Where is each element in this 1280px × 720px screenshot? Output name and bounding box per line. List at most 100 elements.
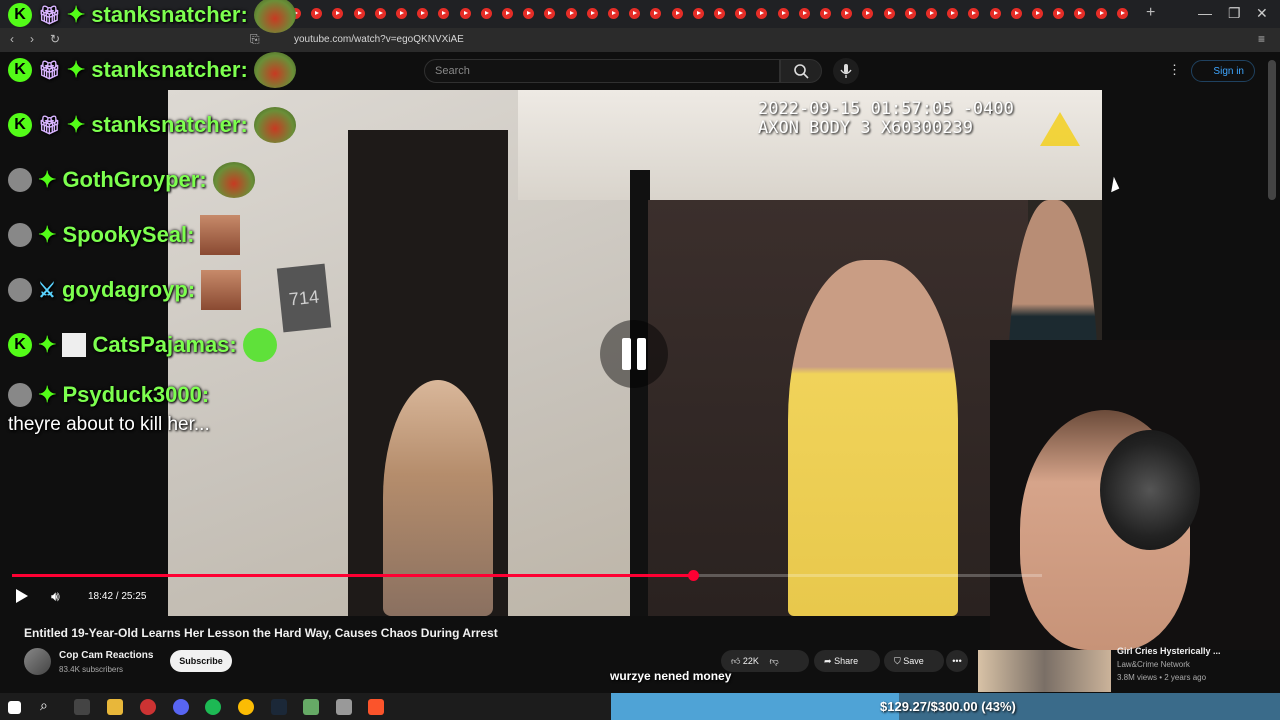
tab-favicon-icon[interactable] xyxy=(756,8,768,19)
share-button[interactable]: ➦ Share xyxy=(814,650,880,672)
tab-favicon-icon[interactable] xyxy=(629,8,641,19)
tab-favicon-icon[interactable] xyxy=(798,8,810,19)
new-tab-button[interactable]: + xyxy=(1146,4,1155,22)
tab-favicon-icon[interactable] xyxy=(586,8,598,19)
tab-favicon-icon[interactable] xyxy=(374,8,386,19)
steam-icon[interactable] xyxy=(271,699,287,715)
recommendation-channel: Law&Crime Network xyxy=(1117,660,1190,669)
tab-favicon-icon[interactable] xyxy=(883,8,895,19)
chat-username[interactable]: CatsPajamas: xyxy=(92,332,236,358)
tab-favicon-icon[interactable] xyxy=(820,8,831,19)
tab-favicon-icon[interactable] xyxy=(459,8,471,19)
tab-favicon-icon[interactable] xyxy=(989,8,1001,19)
tab-favicon-icon[interactable] xyxy=(650,8,662,19)
tab-favicon-icon[interactable] xyxy=(1010,8,1022,19)
tab-favicon-icon[interactable] xyxy=(904,8,916,19)
tab-favicon-icon[interactable] xyxy=(608,8,619,19)
save-button[interactable]: ⛉ Save xyxy=(884,650,944,672)
close-window-button[interactable]: ✕ xyxy=(1256,5,1268,22)
tab-favicon-icon[interactable] xyxy=(565,8,577,19)
tab-favicon-icon[interactable] xyxy=(1053,8,1065,19)
donation-goal-fill xyxy=(611,693,899,720)
tab-favicon-icon[interactable] xyxy=(926,8,937,19)
chat-username[interactable]: stanksnatcher: xyxy=(91,2,248,28)
forward-icon[interactable]: › xyxy=(30,32,34,46)
recommendation-thumbnail[interactable] xyxy=(978,650,1111,692)
more-options-icon[interactable]: ⋮ xyxy=(1168,62,1181,78)
maximize-button[interactable]: ❐ xyxy=(1228,5,1241,22)
video-title: Entitled 19-Year-Old Learns Her Lesson t… xyxy=(24,626,498,640)
tab-favicon-icon[interactable] xyxy=(332,8,344,19)
search-button[interactable] xyxy=(780,59,822,83)
pause-icon[interactable] xyxy=(600,320,668,388)
recommendation-title[interactable]: Girl Cries Hysterically ... xyxy=(1117,646,1221,656)
menu-icon[interactable]: ≡ xyxy=(1258,32,1265,46)
channel-avatar[interactable] xyxy=(24,648,51,675)
subscribe-button[interactable]: Subscribe xyxy=(170,650,232,672)
tab-favicon-icon[interactable] xyxy=(862,8,874,19)
chat-emote-icon xyxy=(253,107,296,143)
discord-icon[interactable] xyxy=(173,699,189,715)
tab-favicon-icon[interactable] xyxy=(396,8,407,19)
back-icon[interactable]: ‹ xyxy=(10,32,14,46)
chat-username[interactable]: goydagroyp: xyxy=(62,277,195,303)
tab-favicon-icon[interactable] xyxy=(714,8,725,19)
tab-favicon-icon[interactable] xyxy=(523,8,535,19)
task-view-icon[interactable] xyxy=(74,699,90,715)
voice-search-button[interactable] xyxy=(833,58,859,84)
tab-favicon-icon[interactable] xyxy=(1032,8,1043,19)
chrome-icon[interactable] xyxy=(238,699,254,715)
tab-favicon-icon[interactable] xyxy=(502,8,513,19)
search-taskbar-icon[interactable]: ⌕ xyxy=(40,697,56,713)
tab-favicon-icon[interactable] xyxy=(438,8,450,19)
tab-favicon-icon[interactable] xyxy=(947,8,959,19)
thumbs-down-icon[interactable]: 👎︎ xyxy=(769,656,778,666)
tab-favicon-icon[interactable] xyxy=(777,8,789,19)
sign-in-button[interactable]: Sign in xyxy=(1191,60,1255,82)
door-number-sign: 714 xyxy=(276,263,332,333)
search-input[interactable]: Search xyxy=(424,59,780,83)
spotify-icon[interactable] xyxy=(205,699,221,715)
tab-favicon-icon[interactable] xyxy=(735,8,747,19)
tab-favicon-icon[interactable] xyxy=(692,8,704,19)
tab-favicon-icon[interactable] xyxy=(841,8,853,19)
donation-goal-text: $129.27/$300.00 (43%) xyxy=(880,699,1016,714)
tab-favicon-icon[interactable] xyxy=(968,8,980,19)
channel-name[interactable]: Cop Cam Reactions xyxy=(59,650,153,661)
app-icon[interactable] xyxy=(336,699,352,715)
obs-icon[interactable] xyxy=(140,699,156,715)
chat-username[interactable]: stanksnatcher: xyxy=(91,57,248,83)
tab-favicon-icon[interactable] xyxy=(1074,8,1086,19)
scrollbar-thumb[interactable] xyxy=(1268,60,1276,200)
tab-favicon-icon[interactable] xyxy=(417,8,429,19)
subscriber-badge-icon: ✦ xyxy=(66,57,86,82)
gift-badge-icon: 🎁︎ xyxy=(38,114,61,135)
mouse-cursor-icon xyxy=(1105,176,1120,193)
tab-favicon-icon[interactable] xyxy=(480,8,492,19)
progress-bar[interactable] xyxy=(12,570,1042,581)
like-button[interactable]: 👍︎ 22K 👎︎ xyxy=(721,650,809,672)
sign-in-label: Sign in xyxy=(1213,66,1244,77)
play-icon[interactable] xyxy=(16,589,28,603)
tab-favicon-icon[interactable] xyxy=(1116,8,1128,19)
tab-favicon-icon[interactable] xyxy=(353,8,365,19)
reload-icon[interactable]: ↻ xyxy=(50,32,60,46)
tab-favicon-icon[interactable] xyxy=(671,8,683,19)
chat-username[interactable]: stanksnatcher: xyxy=(91,112,248,138)
chat-username[interactable]: SpookySeal: xyxy=(62,222,194,248)
tab-favicon-icon[interactable] xyxy=(311,8,323,19)
tab-favicon-icon[interactable] xyxy=(544,8,556,19)
volume-icon[interactable]: 🔊︎ xyxy=(51,588,60,605)
file-explorer-icon[interactable] xyxy=(107,699,123,715)
brave-icon[interactable] xyxy=(368,699,384,715)
bookmark-icon[interactable]: ⎘ xyxy=(250,32,260,47)
chat-username[interactable]: Psyduck3000: xyxy=(62,382,209,408)
gift-badge-icon: 🎁︎ xyxy=(38,59,61,80)
tab-favicon-icon[interactable] xyxy=(1095,8,1107,19)
chat-username[interactable]: GothGroyper: xyxy=(62,167,206,193)
app-icon[interactable] xyxy=(303,699,319,715)
url-text[interactable]: youtube.com/watch?v=egoQKNVXiAE xyxy=(294,34,464,45)
more-actions-button[interactable]: ••• xyxy=(946,650,968,672)
minimize-button[interactable]: — xyxy=(1198,5,1212,21)
start-icon[interactable] xyxy=(8,701,21,714)
